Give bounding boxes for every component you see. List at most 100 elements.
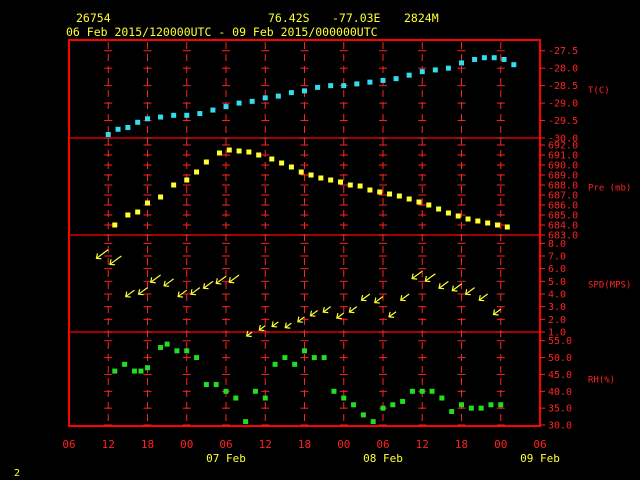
pressure-point bbox=[279, 160, 285, 166]
wind-arrow-shaft bbox=[163, 278, 175, 287]
wind-arrow-shaft bbox=[177, 289, 188, 298]
rh-point bbox=[439, 395, 445, 401]
pressure-point bbox=[347, 182, 353, 188]
temperature-point bbox=[367, 79, 373, 85]
wind-arrow-shaft bbox=[400, 293, 410, 301]
rh-point bbox=[122, 361, 128, 367]
panel-title-temperature: T(C) bbox=[588, 86, 610, 96]
rh-point bbox=[194, 355, 200, 361]
temperature-point bbox=[481, 55, 487, 61]
y-tick-label: 40.0 bbox=[548, 387, 572, 398]
pressure-point bbox=[308, 172, 314, 178]
grid-layer bbox=[69, 42, 545, 426]
pressure-point bbox=[337, 179, 343, 185]
wind-arrow-shaft bbox=[465, 287, 475, 295]
pressure-point bbox=[216, 150, 222, 156]
temperature-point bbox=[105, 132, 111, 138]
wind-arrow bbox=[309, 309, 318, 317]
panel-title-rh: RH(%) bbox=[588, 376, 615, 386]
temperature-point bbox=[197, 111, 203, 117]
data-layer bbox=[95, 55, 517, 425]
pressure-point bbox=[288, 164, 294, 170]
wind-arrow-shaft bbox=[438, 280, 449, 289]
pressure-point bbox=[194, 169, 200, 175]
wind-arrow bbox=[464, 287, 475, 296]
temperature-point bbox=[249, 98, 255, 104]
wind-arrow-shaft bbox=[190, 287, 201, 295]
wind-arrow bbox=[163, 278, 175, 287]
temperature-point bbox=[328, 83, 334, 89]
temperature-point bbox=[315, 84, 321, 90]
rh-point bbox=[468, 405, 474, 411]
y-tick-label: 6.0 bbox=[548, 264, 566, 275]
y-tick-label: 45.0 bbox=[548, 370, 572, 381]
temperature-point bbox=[354, 81, 360, 87]
hour-tick-label: 12 bbox=[102, 438, 115, 451]
rh-point bbox=[174, 348, 180, 354]
temperature-point bbox=[135, 119, 141, 125]
station-id: 26754 bbox=[76, 11, 111, 25]
panel-title-pressure: Pre (mb) bbox=[588, 184, 631, 194]
temperature-point bbox=[236, 100, 242, 106]
temperature-point bbox=[459, 60, 464, 66]
rh-point bbox=[400, 398, 406, 404]
rh-point bbox=[370, 419, 376, 425]
rh-point bbox=[341, 395, 347, 401]
pressure-point bbox=[184, 177, 190, 183]
wind-arrow-shaft bbox=[138, 287, 148, 295]
rh-point bbox=[360, 412, 366, 418]
time-period: 06 Feb 2015/120000UTC - 09 Feb 2015/0000… bbox=[66, 25, 378, 39]
wind-arrow-shaft bbox=[451, 283, 462, 292]
wind-arrow bbox=[228, 274, 240, 284]
wind-arrow-shaft bbox=[361, 293, 371, 301]
temperature-point bbox=[406, 72, 412, 78]
rh-point bbox=[112, 368, 118, 374]
pressure-point bbox=[226, 147, 232, 153]
temperature-point bbox=[145, 116, 150, 122]
station-elevation: 2824M bbox=[404, 11, 439, 25]
pressure-point bbox=[406, 196, 412, 202]
pressure-point bbox=[236, 148, 242, 154]
wind-arrow-shaft bbox=[203, 280, 214, 289]
pressure-point bbox=[475, 218, 481, 224]
wind-arrow bbox=[322, 306, 332, 314]
pressure-point bbox=[328, 177, 334, 183]
rh-point bbox=[203, 382, 209, 388]
wind-arrow-shaft bbox=[425, 273, 436, 282]
hour-tick-label: 00 bbox=[180, 438, 193, 451]
rh-point bbox=[331, 388, 337, 394]
rh-point bbox=[282, 355, 288, 361]
y-tick-label: 2.0 bbox=[548, 315, 566, 326]
y-tick-label: -28.0 bbox=[548, 64, 578, 75]
wind-arrow-shaft bbox=[125, 289, 135, 298]
rh-point bbox=[380, 405, 386, 411]
rh-point bbox=[243, 419, 249, 425]
pressure-point bbox=[357, 183, 363, 189]
wind-arrow-shaft bbox=[374, 296, 384, 304]
y-tick-label: -28.5 bbox=[548, 81, 578, 92]
rh-point bbox=[223, 388, 229, 394]
temperature-point bbox=[341, 83, 347, 89]
temperature-point bbox=[158, 114, 164, 120]
wind-arrow bbox=[478, 293, 489, 302]
pressure-point bbox=[298, 169, 304, 175]
rh-point bbox=[158, 344, 164, 350]
rh-point bbox=[131, 368, 137, 374]
pressure-point bbox=[387, 191, 393, 197]
temperature-point bbox=[262, 95, 268, 101]
pressure-point bbox=[416, 199, 422, 205]
date-label: 08 Feb bbox=[363, 452, 403, 465]
pressure-point bbox=[485, 220, 491, 226]
rh-point bbox=[390, 402, 396, 408]
hour-tick-label: 00 bbox=[494, 438, 507, 451]
temperature-point bbox=[511, 62, 517, 68]
y-tick-label: 35.0 bbox=[548, 404, 572, 415]
pressure-point bbox=[203, 159, 209, 165]
wind-arrow bbox=[492, 308, 502, 316]
wind-arrow-shaft bbox=[228, 274, 240, 283]
rh-point bbox=[449, 409, 455, 415]
temperature-point bbox=[419, 69, 425, 75]
date-label: 07 Feb bbox=[206, 452, 246, 465]
pressure-point bbox=[465, 216, 471, 222]
temperature-point bbox=[288, 90, 294, 96]
